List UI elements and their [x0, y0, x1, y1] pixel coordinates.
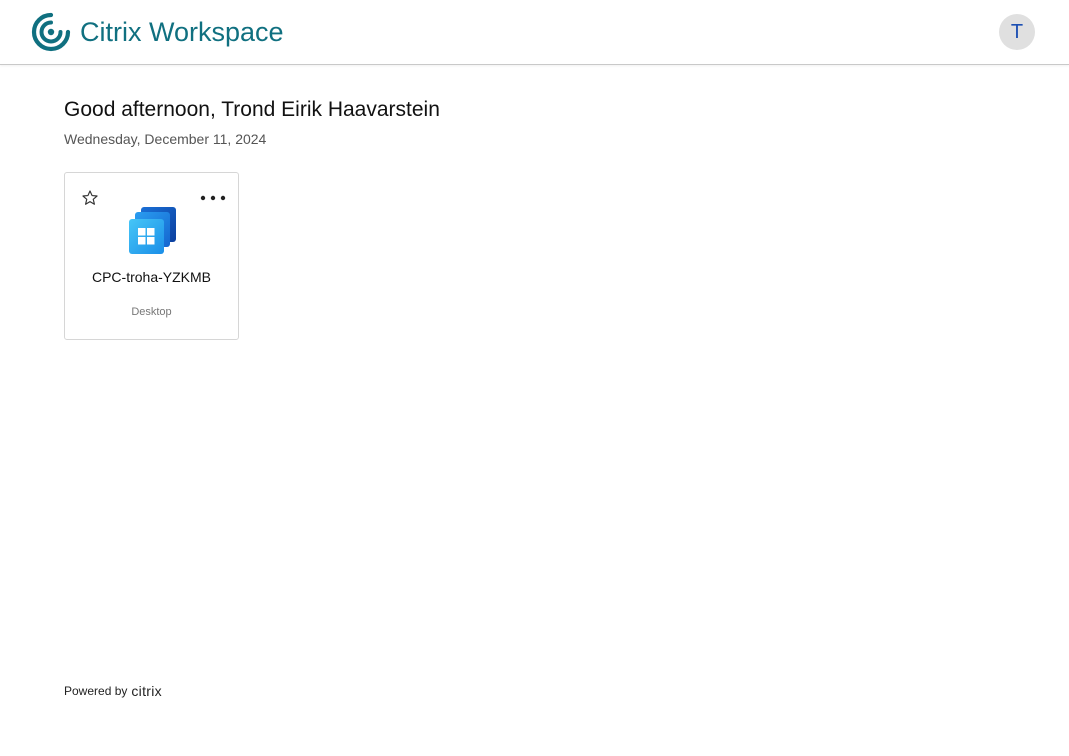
brand-name: Citrix Workspace [80, 16, 284, 47]
resource-name: CPC-troha-YZKMB [91, 269, 212, 285]
citrix-footer-logo: citrix [131, 683, 162, 699]
current-date: Wednesday, December 11, 2024 [64, 131, 267, 147]
citrix-workspace-logo[interactable]: Citrix Workspace [31, 12, 284, 52]
star-outline-icon[interactable] [81, 189, 99, 207]
citrix-swirl-icon [31, 12, 71, 52]
user-avatar[interactable]: T [999, 14, 1035, 50]
top-bar: Citrix Workspace T [0, 0, 1069, 65]
more-horizontal-icon[interactable] [199, 191, 227, 205]
greeting-heading: Good afternoon, Trond Eirik Haavarstein [64, 98, 440, 121]
avatar-initial: T [1010, 20, 1024, 43]
resource-tile[interactable]: CPC-troha-YZKMB Desktop [64, 172, 239, 340]
resource-type: Desktop [131, 306, 172, 318]
powered-by-label: Powered by [64, 684, 128, 698]
windows-cloud-pc-icon [129, 207, 176, 254]
footer: Powered by citrix [64, 683, 162, 699]
